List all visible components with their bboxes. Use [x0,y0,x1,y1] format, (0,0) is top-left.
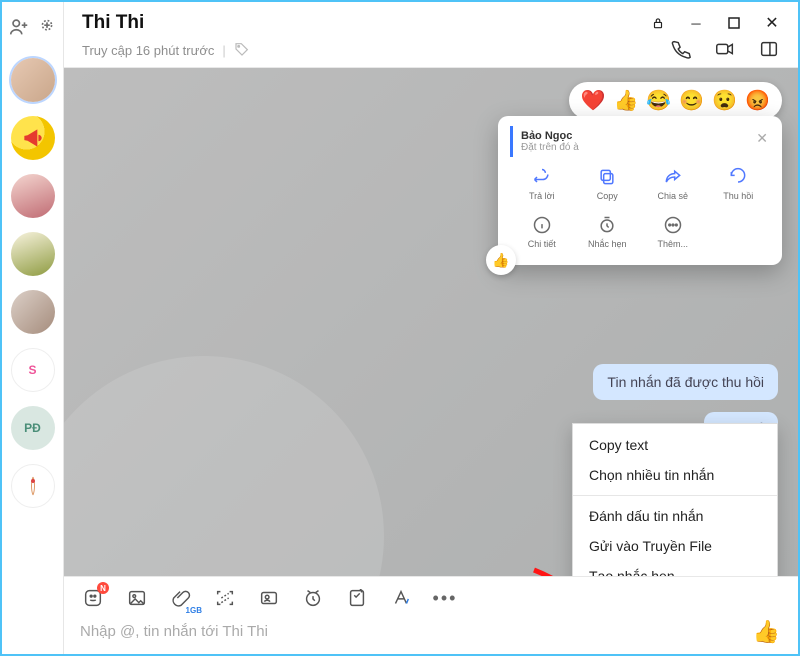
action-details[interactable]: Chi tiết [510,211,574,253]
sidebar-avatar-8[interactable] [11,464,55,508]
reminder-button[interactable] [300,585,326,611]
popover-close-icon[interactable]: ✕ [756,130,768,147]
attach-size-label: 1GB [186,606,202,615]
context-menu: Copy text Chọn nhiều tin nhắn Đánh dấu t… [572,423,778,576]
action-recall[interactable]: Thu hồi [707,163,771,205]
sidebar-avatar-5[interactable] [11,290,55,334]
format-button[interactable] [388,585,414,611]
sticker-button[interactable]: N [80,585,106,611]
more-tools-button[interactable]: ••• [432,585,458,611]
send-like-button[interactable]: 👍 [753,619,780,645]
close-button[interactable]: ✕ [764,13,780,33]
sidebar-avatar-1[interactable] [11,58,55,102]
chat-header: Thi Thi ─ ✕ Truy cập 16 phút trước | [64,2,798,68]
action-reply[interactable]: Trả lời [510,163,574,205]
chat-title: Thi Thi [82,12,144,34]
reaction-picker[interactable]: ❤️ 👍 😂 😊 😧 😡 [569,82,782,119]
reaction-laugh[interactable]: 😂 [646,88,671,113]
quote-author: Bảo Ngọc [521,130,579,142]
reaction-like[interactable]: 👍 [613,88,638,113]
message-input[interactable] [80,623,782,640]
presence-text: Truy cập 16 phút trước | [82,41,250,60]
message-actions-popover: Bảo Ngọc Đặt trên đó à ✕ Trả lời Copy [498,116,782,265]
window-controls: ─ ✕ [650,13,780,33]
sidebar-avatar-6[interactable]: S [11,348,55,392]
contact-card-button[interactable] [256,585,282,611]
sidebar-avatar-4[interactable] [11,232,55,276]
composer: N 1GB [64,576,798,654]
voice-call-icon[interactable] [670,38,692,63]
reaction-smile[interactable]: 😊 [679,88,704,113]
action-share[interactable]: Chia sẻ [641,163,705,205]
reaction-angry[interactable]: 😡 [745,88,770,113]
add-friend-icon[interactable] [8,16,30,38]
action-reminder[interactable]: Nhắc hẹn [576,211,640,253]
popover-thumb-icon[interactable]: 👍 [486,245,516,275]
lock-icon[interactable] [650,16,666,30]
sidebar-avatar-initials[interactable]: PĐ [11,406,55,450]
attach-button[interactable]: 1GB [168,585,194,611]
ctx-send-file[interactable]: Gửi vào Truyền File [573,531,777,561]
ctx-mark[interactable]: Đánh dấu tin nhắn [573,501,777,531]
message-recalled[interactable]: Tin nhắn đã được thu hồi [593,364,778,400]
image-button[interactable] [124,585,150,611]
action-copy[interactable]: Copy [576,163,640,205]
ctx-select-many[interactable]: Chọn nhiều tin nhắn [573,460,777,490]
ctx-copy-text[interactable]: Copy text [573,430,777,460]
video-call-icon[interactable] [714,38,736,63]
task-button[interactable] [344,585,370,611]
reaction-heart[interactable]: ❤️ [581,88,606,113]
ctx-create-reminder[interactable]: Tạo nhắc hẹn [573,561,777,576]
sidebar: S PĐ [2,2,64,654]
chat-area: ❤️ 👍 😂 😊 😧 😡 Bảo Ngọc Đặt trên đó à ✕ [64,68,798,576]
tag-icon[interactable] [234,41,250,60]
minimize-button[interactable]: ─ [688,16,704,31]
create-group-icon[interactable] [36,16,58,38]
sidebar-avatar-megaphone[interactable] [11,116,55,160]
panel-toggle-icon[interactable] [758,38,780,63]
reaction-wow[interactable]: 😧 [712,88,737,113]
sidebar-avatar-3[interactable] [11,174,55,218]
quote-snippet: Đặt trên đó à [521,142,579,153]
maximize-button[interactable] [726,17,742,29]
sticker-new-badge: N [97,582,109,594]
screenshot-button[interactable] [212,585,238,611]
action-more[interactable]: Thêm... [641,211,705,253]
